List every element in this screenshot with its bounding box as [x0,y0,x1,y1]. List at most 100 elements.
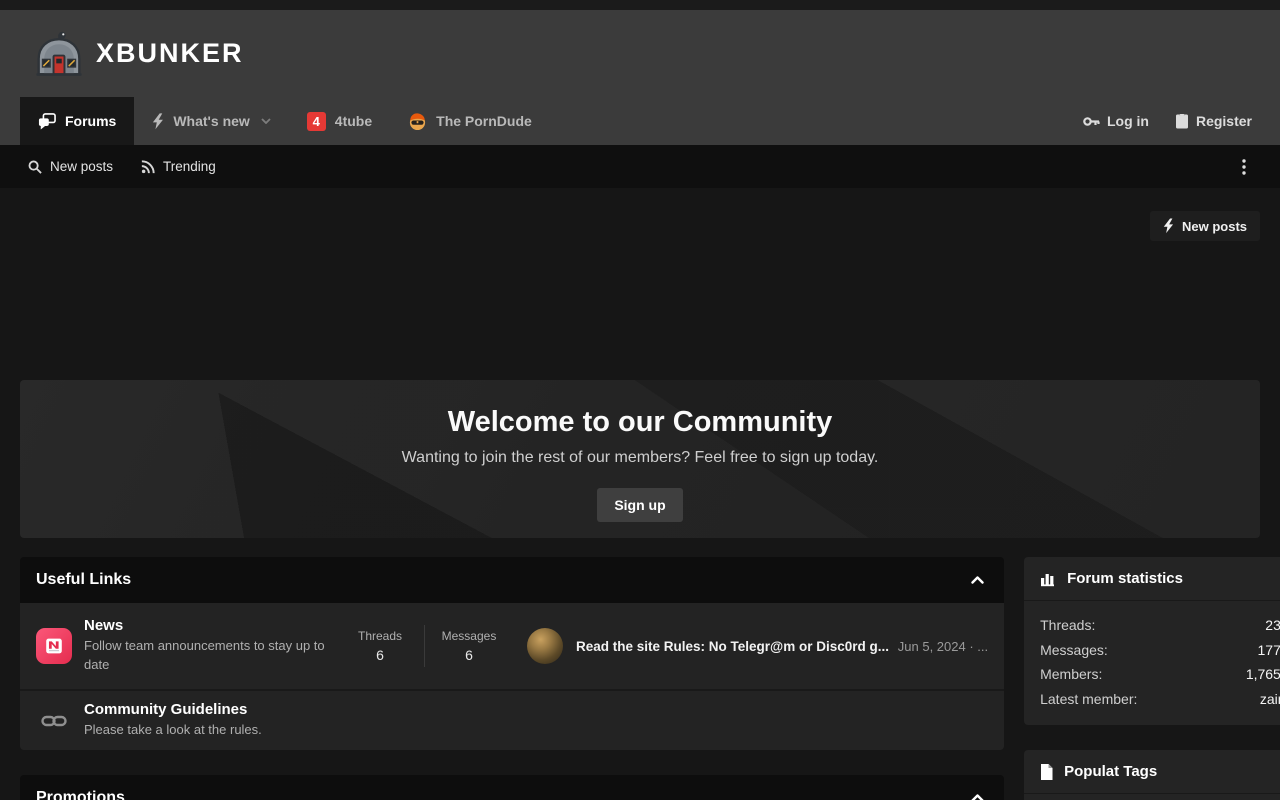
avatar[interactable] [527,628,563,664]
node-description: Please take a look at the rules. [84,721,262,740]
document-icon [1040,764,1053,780]
stat-row-members: Members: 1,765,086 [1040,662,1280,687]
useful-links-body: News Follow team announcements to stay u… [20,603,1004,750]
bar-chart-icon [1040,571,1056,587]
chat-bubbles-icon [38,113,56,130]
chevron-up-icon[interactable] [967,572,988,588]
news-icon [36,628,72,664]
stat-row-messages: Messages: 177,494 [1040,638,1280,663]
section-title: Promotions [36,789,125,800]
subnav-trending[interactable]: Trending [141,159,216,174]
main-row: Useful Links [20,557,1260,800]
search-icon [28,160,42,174]
messages-label: Messages [431,629,507,643]
node-title[interactable]: Community Guidelines [84,701,262,718]
latest-thread-text: Read the site Rules: No Telegr@m or Disc… [576,639,988,654]
tab-whats-new[interactable]: What's new [134,97,288,145]
threads-label: Threads [342,629,418,643]
latest-thread-title[interactable]: Read the site Rules: No Telegr@m or Disc… [576,639,889,654]
brand-name: XBUNKER [96,38,244,69]
stat-value: 23,772 [1265,613,1280,638]
node-description: Follow team announcements to stay up to … [84,637,342,675]
register-label: Register [1196,113,1252,129]
main-column: Useful Links [20,557,1004,800]
register-link[interactable]: Register [1175,113,1252,129]
key-icon [1083,115,1100,128]
messages-value: 6 [431,647,507,663]
link-icon [36,714,72,728]
top-strip [0,0,1280,10]
tab-label: 4tube [335,113,372,129]
promotions-block: Promotions [20,775,1004,800]
banner-title: Welcome to our Community [448,406,833,439]
subnav-new-posts[interactable]: New posts [28,159,113,174]
chevron-down-icon [261,118,271,124]
node-text: Community Guidelines Please take a look … [84,701,262,740]
forum-statistics-block: Forum statistics Threads: 23,772 Message… [1024,557,1280,725]
forum-statistics-header: Forum statistics [1024,557,1280,601]
welcome-banner: Welcome to our Community Wanting to join… [20,380,1260,538]
new-posts-button-label: New posts [1182,219,1247,234]
forum-node-guidelines[interactable]: Community Guidelines Please take a look … [20,691,1004,750]
actions-row: New posts [20,211,1260,241]
kebab-menu-icon[interactable] [1236,155,1252,179]
new-posts-button[interactable]: New posts [1150,211,1260,241]
stat-row-latest-member: Latest member: zainx17 [1040,687,1280,712]
threads-value: 6 [342,647,418,663]
clipboard-icon [1175,113,1189,129]
useful-links-header: Useful Links [20,557,1004,603]
popular-tags-body [1024,794,1280,800]
node-text: News Follow team announcements to stay u… [84,617,342,675]
stat-divider [424,625,425,667]
latest-thread: Read the site Rules: No Telegr@m or Disc… [527,628,988,664]
tab-porndude[interactable]: The PornDude [390,97,550,145]
lightning-icon [152,113,164,130]
chevron-up-icon[interactable] [967,790,988,800]
bunker-logo-icon [34,30,84,78]
stat-label: Latest member: [1040,687,1137,712]
section-title: Populat Tags [1064,763,1157,780]
promotions-header: Promotions [20,775,1004,800]
popular-tags-block: Populat Tags [1024,750,1280,800]
4tube-badge-icon: 4 [307,112,326,131]
subnav-label: Trending [163,159,216,174]
latest-thread-meta: Jun 5, 2024 · ... [898,639,988,654]
login-link[interactable]: Log in [1083,113,1149,129]
forum-statistics-body: Threads: 23,772 Messages: 177,494 Member… [1024,601,1280,725]
tab-label: What's new [173,113,249,129]
sub-nav: New posts Trending [0,145,1280,188]
lightning-icon [1163,218,1174,234]
page-content: New posts Welcome to our Community Wanti… [0,211,1280,800]
forum-node-news[interactable]: News Follow team announcements to stay u… [20,603,1004,689]
section-title: Forum statistics [1067,570,1183,587]
popular-tags-header: Populat Tags [1024,750,1280,794]
main-nav: Forums What's new 4 4tube [0,97,1280,145]
tab-label: The PornDude [436,113,532,129]
node-title[interactable]: News [84,617,342,634]
threads-stat: Threads 6 [342,629,418,663]
site-logo[interactable]: XBUNKER [34,30,244,78]
useful-links-block: Useful Links [20,557,1004,750]
tab-4tube[interactable]: 4 4tube [289,97,390,145]
subnav-label: New posts [50,159,113,174]
stat-label: Members: [1040,662,1102,687]
porndude-icon [408,112,427,131]
auth-links: Log in Register [1083,97,1260,145]
tab-forums[interactable]: Forums [20,97,134,145]
sidebar: Forum statistics Threads: 23,772 Message… [1024,557,1280,800]
banner-subtitle: Wanting to join the rest of our members?… [402,449,879,467]
section-title: Useful Links [36,571,131,589]
stat-value: 177,494 [1258,638,1280,663]
stat-row-threads: Threads: 23,772 [1040,613,1280,638]
rss-icon [141,160,155,174]
latest-member-link[interactable]: zainx17 [1260,687,1280,712]
tab-label: Forums [65,113,116,129]
site-header: XBUNKER Forums What's new 4 [0,10,1280,145]
logo-row: XBUNKER [0,10,1280,97]
login-label: Log in [1107,113,1149,129]
stat-label: Threads: [1040,613,1095,638]
stat-value: 1,765,086 [1246,662,1280,687]
messages-stat: Messages 6 [431,629,507,663]
sign-up-button[interactable]: Sign up [597,488,682,522]
stat-label: Messages: [1040,638,1108,663]
